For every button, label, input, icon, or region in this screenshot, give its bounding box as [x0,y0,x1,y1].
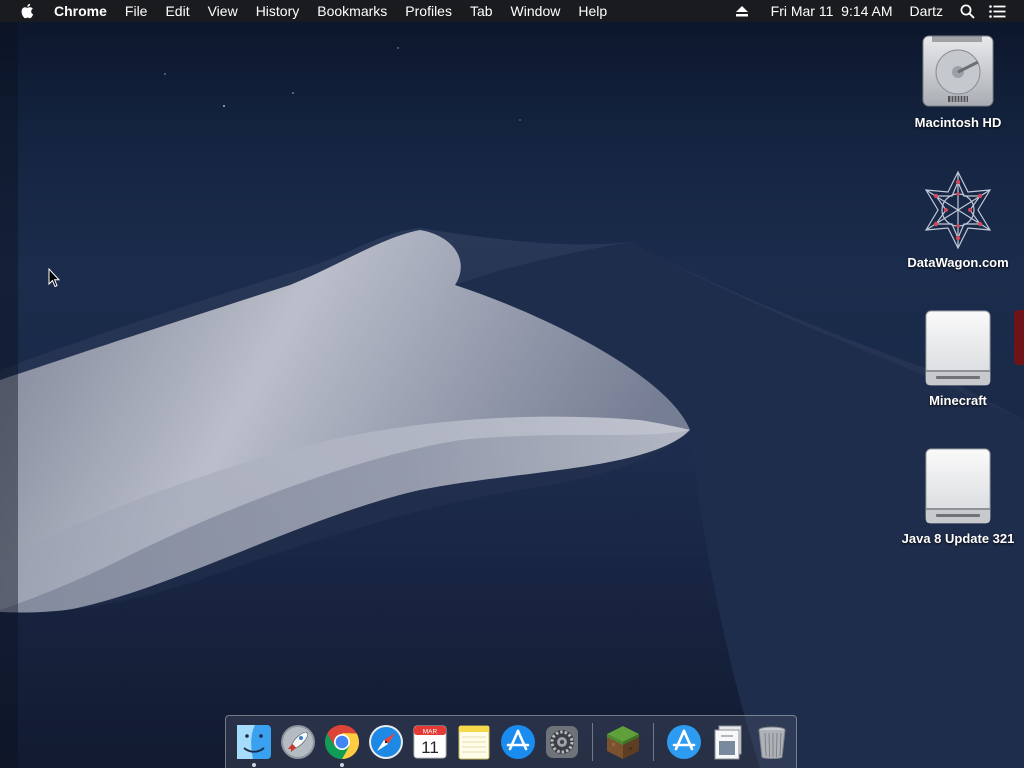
external-disk-icon [925,310,991,386]
desktop-icon-java[interactable]: Java 8 Update 321 [898,446,1018,547]
datawagon-logo-icon [924,170,992,250]
menu-window[interactable]: Window [502,0,570,22]
dock-item-applications[interactable] [664,720,704,764]
running-indicator [252,763,256,767]
menu-history[interactable]: History [247,0,309,22]
dock-item-minecraft[interactable] [603,720,643,764]
dock-separator [592,723,593,761]
desktop-icon-datawagon[interactable]: DataWagon.com [898,168,1018,271]
desktop-icon-macintosh-hd[interactable]: Macintosh HD [898,32,1018,131]
offscreen-window-edge[interactable] [1014,310,1024,365]
desktop-icon-minecraft[interactable]: Minecraft [898,308,1018,409]
hard-drive-icon [922,35,994,107]
dock-item-app-store[interactable] [498,720,538,764]
applications-folder-icon [667,725,701,759]
app-store-icon [501,725,535,759]
dock-separator [653,723,654,761]
menu-file[interactable]: File [116,0,157,22]
dock-item-finder[interactable] [234,720,274,767]
dock-item-safari[interactable] [366,720,406,764]
desktop-icon-label: Macintosh HD [914,115,1002,130]
documents-stack-icon [714,725,742,760]
dock-item-calendar[interactable]: MAR 11 [410,720,450,764]
menu-tab[interactable]: Tab [461,0,502,22]
clock[interactable]: Fri Mar 11 9:14 AM [757,0,902,22]
external-disk-icon [925,448,991,524]
desktop-icon-label: Java 8 Update 321 [901,531,1015,546]
dock-item-system-preferences[interactable] [542,720,582,764]
menu-profiles[interactable]: Profiles [396,0,461,22]
finder-icon [237,725,271,759]
desktop-icon-label: Minecraft [929,393,987,408]
menu-view[interactable]: View [199,0,247,22]
launchpad-icon [281,725,315,759]
spotlight-search-icon[interactable] [952,0,982,22]
running-indicator [340,763,344,767]
calendar-month: MAR [423,729,438,736]
dock-item-launchpad[interactable] [278,720,318,764]
system-preferences-icon [546,726,578,758]
trash-icon [758,726,786,759]
dock: MAR 11 [225,715,797,768]
safari-icon [369,725,403,759]
user-name[interactable]: Dartz [902,0,952,22]
status-area: Fri Mar 11 9:14 AM Dartz [727,0,1024,22]
chrome-icon [325,725,359,759]
desktop-icon-label: DataWagon.com [907,255,1009,270]
calendar-icon: MAR 11 [413,725,447,759]
menu-help[interactable]: Help [569,0,616,22]
dock-item-notes[interactable] [454,720,494,764]
eject-icon[interactable] [727,0,757,22]
dock-item-chrome[interactable] [322,720,362,767]
notes-icon [458,725,490,760]
dock-item-documents[interactable] [708,720,748,764]
wallpaper [0,22,1024,768]
menu-app-name[interactable]: Chrome [54,0,116,22]
apple-logo-icon[interactable] [20,3,34,19]
mouse-cursor-icon [48,268,60,288]
minecraft-icon [607,726,639,759]
menu-bar: Chrome File Edit View History Bookmarks … [0,0,1024,22]
notification-center-icon[interactable] [982,0,1012,22]
menu-edit[interactable]: Edit [156,0,198,22]
dock-item-trash[interactable] [752,720,792,764]
desktop: Chrome File Edit View History Bookmarks … [0,0,1024,768]
calendar-day: 11 [421,738,439,757]
menu-bookmarks[interactable]: Bookmarks [308,0,396,22]
